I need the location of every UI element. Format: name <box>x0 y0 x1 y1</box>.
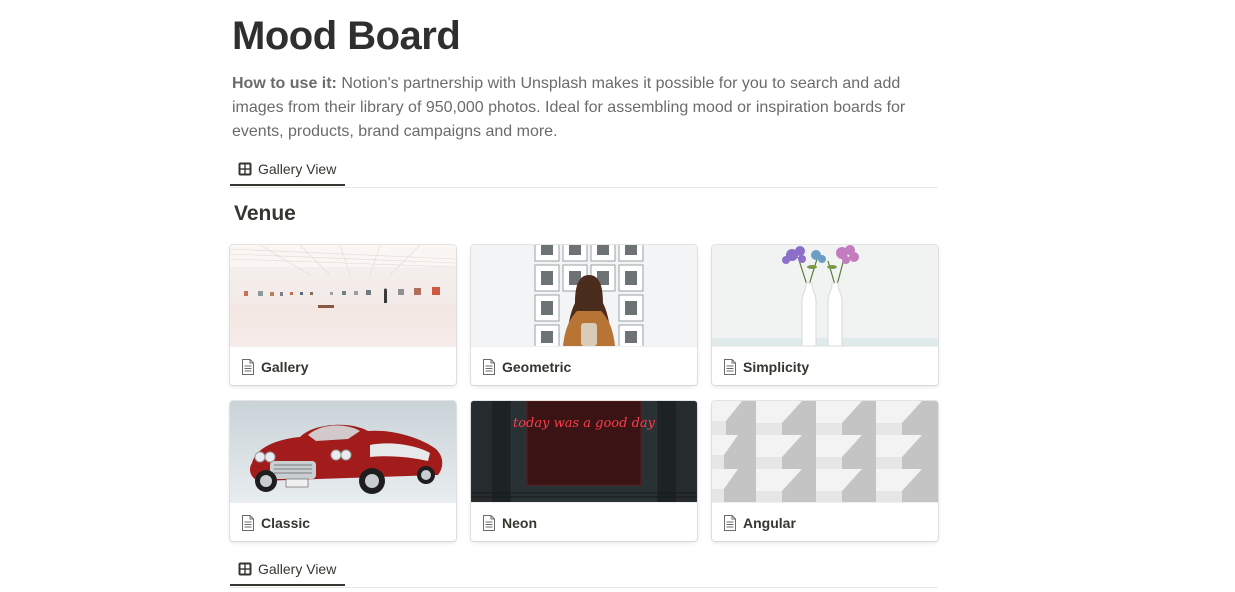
section-heading: Venue <box>234 202 296 225</box>
neon-sign-text: today was a good day <box>513 416 656 431</box>
gallery-card-angular[interactable]: Angular <box>712 401 938 541</box>
card-cover-image <box>230 245 456 347</box>
gallery-card-gallery[interactable]: Gallery <box>230 245 456 385</box>
page-icon <box>242 358 254 375</box>
page-title: Mood Board <box>232 14 461 58</box>
card-title-row: Gallery <box>230 347 456 385</box>
gallery-card-geometric[interactable]: Geometric <box>471 245 697 385</box>
page-icon <box>724 514 736 531</box>
card-title: Neon <box>502 514 537 531</box>
page-description: How to use it: Notion's partnership with… <box>232 72 932 144</box>
page-icon <box>242 514 254 531</box>
card-title: Classic <box>261 514 311 531</box>
card-title: Gallery <box>261 358 309 375</box>
notion-page: Mood Board How to use it: Notion's partn… <box>0 0 1235 592</box>
gallery-card-classic[interactable]: Classic <box>230 401 456 541</box>
page-icon <box>483 514 495 531</box>
card-title-row: Geometric <box>471 347 697 385</box>
gallery-card-neon[interactable]: today was a good day Neon <box>471 401 697 541</box>
page-icon <box>724 358 736 375</box>
card-title-row: Simplicity <box>712 347 938 385</box>
gallery-card-simplicity[interactable]: Simplicity <box>712 245 938 385</box>
gallery-grid-icon <box>238 562 252 575</box>
card-cover-image <box>712 245 938 347</box>
card-cover-image <box>230 401 456 503</box>
view-tab-bar: Gallery View <box>230 553 938 588</box>
card-title-row: Angular <box>712 503 938 541</box>
page-icon <box>483 358 495 375</box>
card-cover-image <box>712 401 938 503</box>
tab-label: Gallery View <box>258 560 337 577</box>
card-cover-image <box>471 245 697 347</box>
tab-label: Gallery View <box>258 160 337 177</box>
gallery-grid-icon <box>238 162 252 175</box>
card-title: Simplicity <box>743 358 810 375</box>
card-title-row: Neon <box>471 503 697 541</box>
tab-gallery-view[interactable]: Gallery View <box>230 153 345 186</box>
card-title-row: Classic <box>230 503 456 541</box>
card-cover-image: today was a good day <box>471 401 697 503</box>
tab-gallery-view[interactable]: Gallery View <box>230 553 345 586</box>
gallery-grid: Gallery Geometric Simplicity Classic tod… <box>230 245 938 541</box>
description-bold: How to use it: <box>232 75 337 92</box>
card-title: Geometric <box>502 358 572 375</box>
view-tab-bar: Gallery View <box>230 153 938 188</box>
card-title: Angular <box>743 514 796 531</box>
